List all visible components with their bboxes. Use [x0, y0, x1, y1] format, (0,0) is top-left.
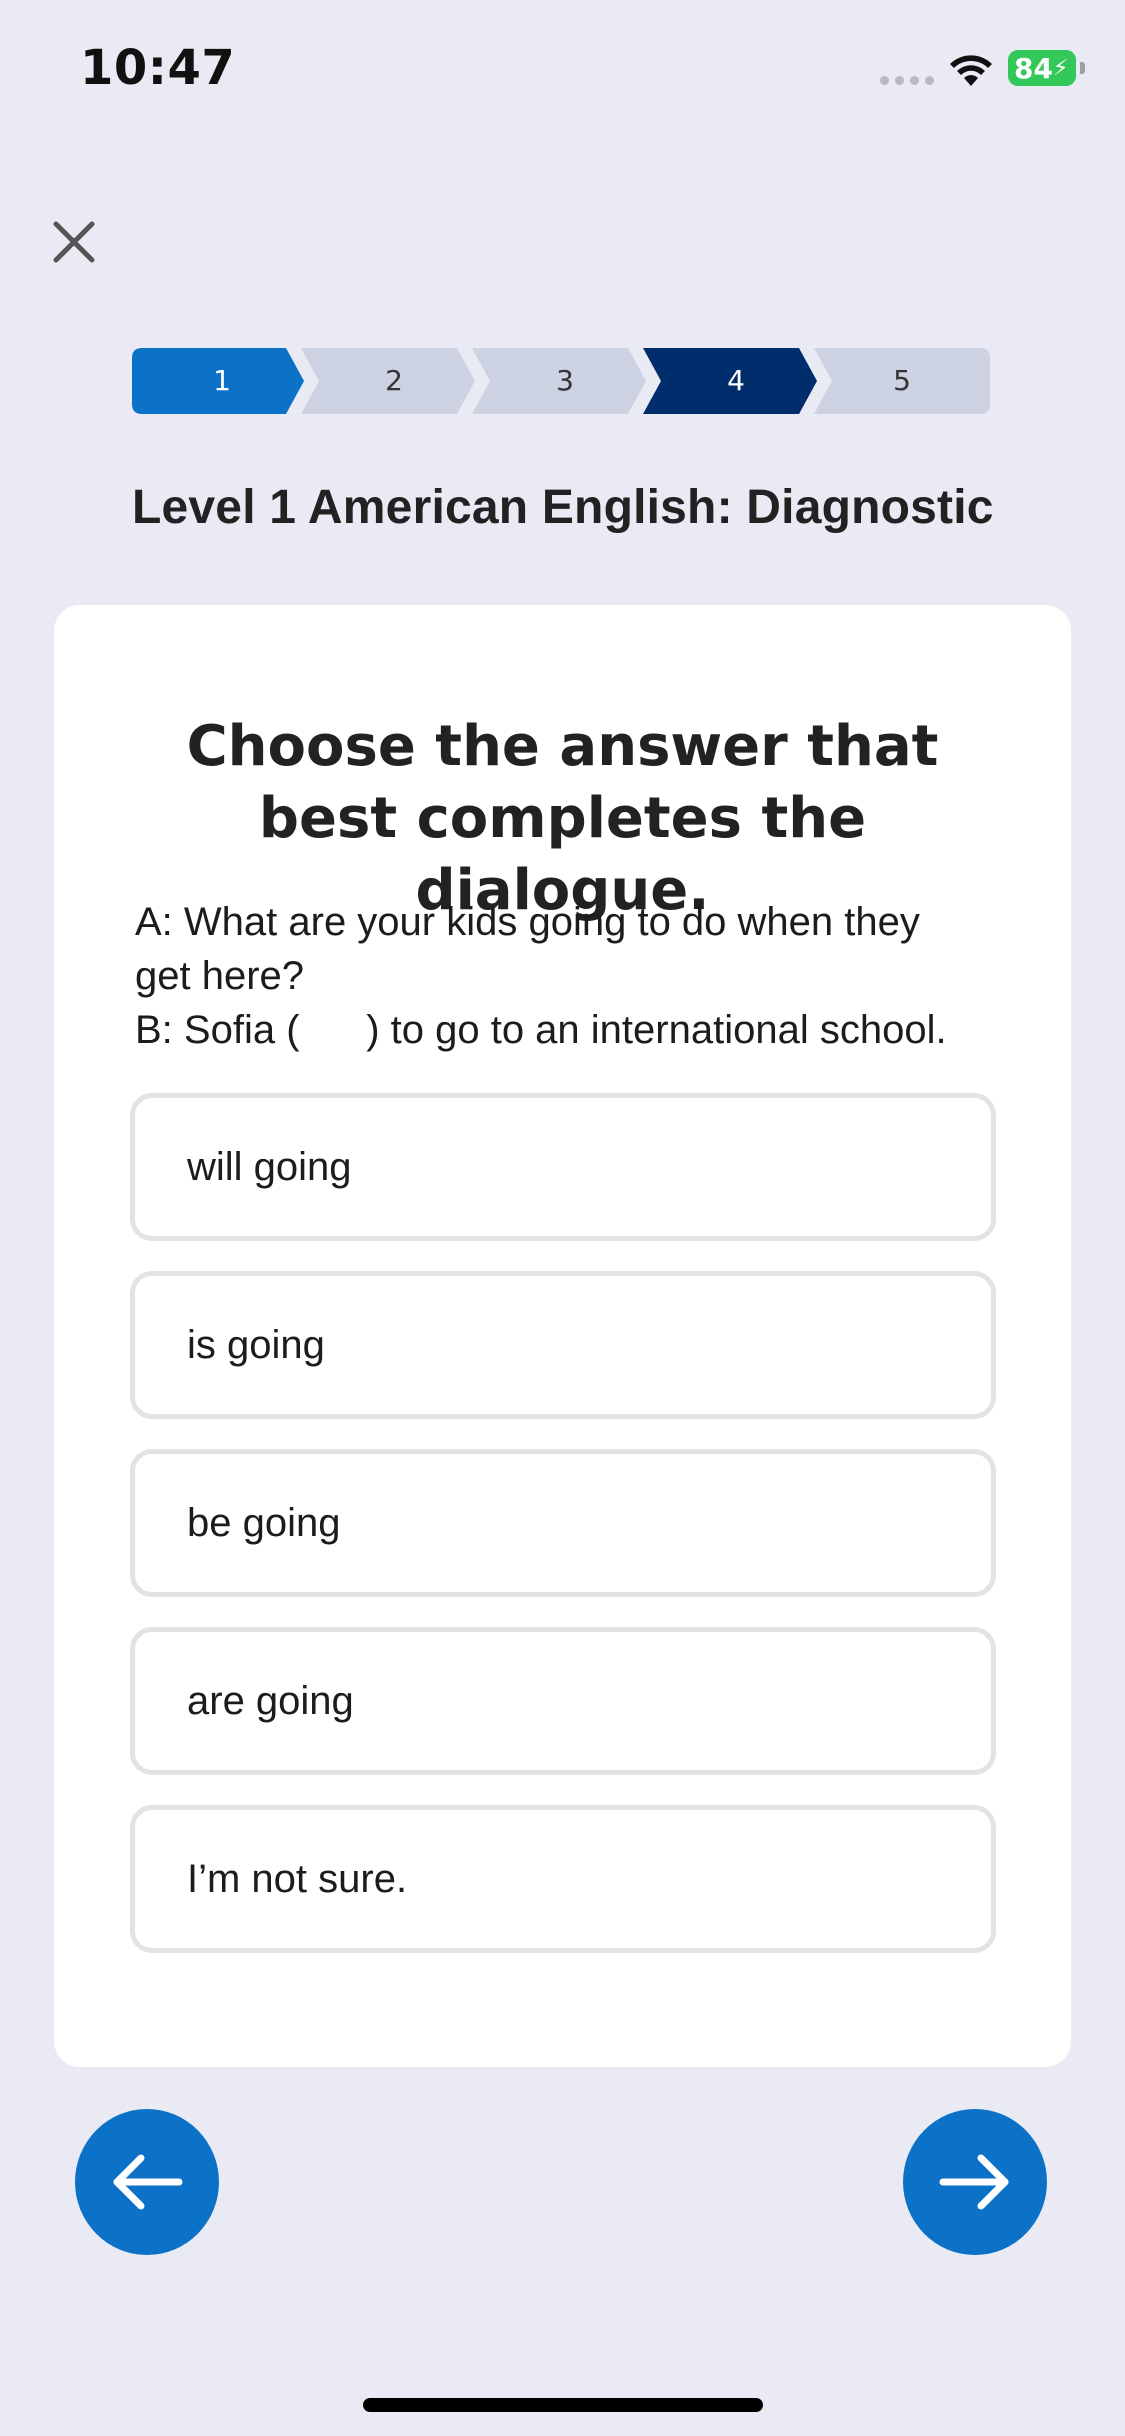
answer-option-label: I’m not sure.	[187, 1856, 408, 1901]
step-2-label: 2	[385, 364, 403, 397]
arrow-right-icon	[939, 2154, 1009, 2210]
battery-level: 84	[1014, 51, 1053, 85]
answer-option-label: are going	[187, 1678, 354, 1723]
status-bar: 10:47 84 ⚡	[0, 0, 1125, 140]
answer-option-be-going[interactable]: be going	[130, 1449, 996, 1597]
arrow-left-icon	[113, 2154, 183, 2210]
close-button[interactable]	[44, 212, 104, 272]
step-4-label: 4	[727, 364, 745, 397]
answer-option-label: be going	[187, 1500, 341, 1545]
battery-indicator: 84 ⚡	[1008, 50, 1076, 86]
status-time: 10:47	[80, 40, 236, 96]
answer-option-not-sure[interactable]: I’m not sure.	[130, 1805, 996, 1953]
back-button[interactable]	[75, 2109, 219, 2255]
dialogue-line: get here?	[135, 954, 305, 998]
answer-option-is-going[interactable]: is going	[130, 1271, 996, 1419]
step-5-label: 5	[893, 364, 911, 397]
cellular-signal-icon	[880, 76, 934, 85]
battery-cap	[1080, 62, 1085, 74]
home-indicator[interactable]	[363, 2398, 763, 2412]
dialogue-line: B: Sofia ( ) to go to an international s…	[135, 1008, 947, 1052]
answer-option-label: is going	[187, 1322, 325, 1367]
answer-options: will going is going be going are going I…	[130, 1093, 996, 1983]
answer-option-will-going[interactable]: will going	[130, 1093, 996, 1241]
step-3-label: 3	[556, 364, 574, 397]
close-icon	[53, 221, 95, 263]
dialogue-text: A: What are your kids going to do when t…	[135, 895, 1035, 1057]
dialogue-line: A: What are your kids going to do when t…	[135, 900, 920, 944]
progress-stepper: 1 2 3 4 5	[132, 348, 990, 414]
answer-option-are-going[interactable]: are going	[130, 1627, 996, 1775]
page-title: Level 1 American English: Diagnostic	[132, 481, 994, 534]
step-1-label: 1	[213, 364, 231, 397]
question-card: Choose the answer that best completes th…	[54, 605, 1071, 2067]
wifi-icon	[950, 55, 992, 86]
next-button[interactable]	[903, 2109, 1047, 2255]
answer-option-label: will going	[187, 1144, 352, 1189]
